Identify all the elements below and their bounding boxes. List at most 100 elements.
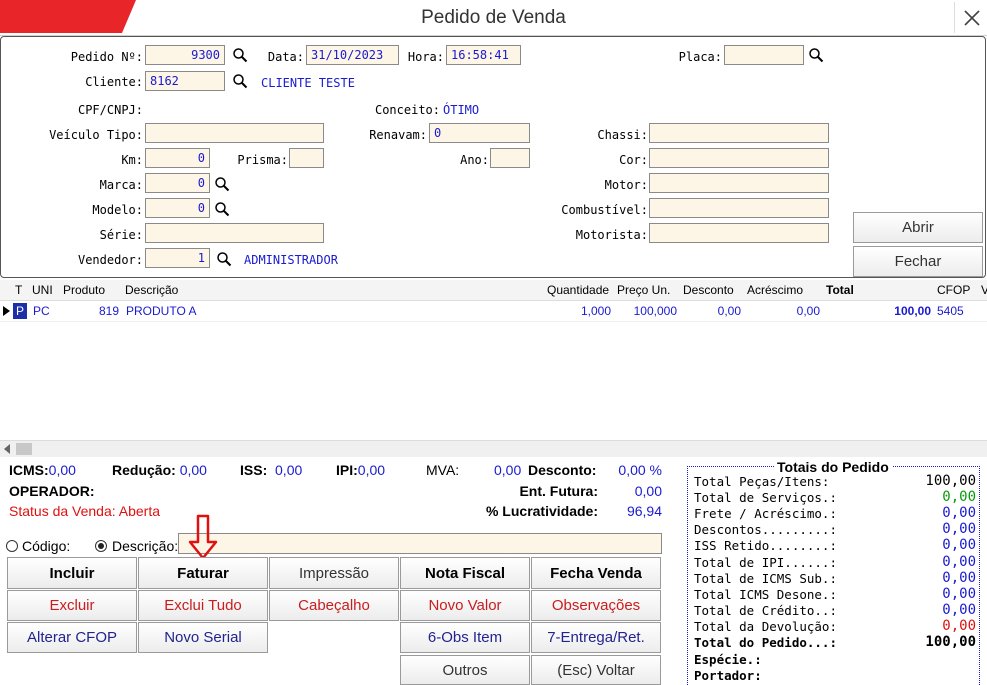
data-label: Data:	[267, 50, 304, 64]
codigo-radio-label[interactable]: Código:	[22, 538, 70, 554]
outros-button[interactable]: Outros	[400, 655, 530, 685]
excluir-button[interactable]: Excluir	[7, 590, 137, 621]
col-acrescimo[interactable]: Acréscimo	[747, 280, 803, 300]
totais-row-value: 0,00	[942, 489, 976, 505]
serie-field[interactable]	[145, 223, 324, 243]
reducao-value: 0,00	[179, 462, 207, 478]
km-field[interactable]: 0	[145, 148, 210, 168]
obs-item-button[interactable]: 6-Obs Item	[400, 622, 530, 653]
marca-field[interactable]: 0	[145, 173, 210, 193]
renavam-field[interactable]: 0	[429, 123, 530, 143]
fecha-venda-button[interactable]: Fecha Venda	[531, 557, 661, 589]
entrega-ret-button[interactable]: 7-Entrega/Ret.	[531, 622, 661, 653]
hora-label: Hora:	[407, 50, 444, 64]
descricao-radio[interactable]	[95, 540, 107, 552]
marca-search-icon[interactable]	[214, 176, 230, 192]
totais-row: Total Peças/Itens: 100,00	[694, 473, 976, 489]
vendedor-field[interactable]: 1	[145, 248, 210, 268]
col-quantidade[interactable]: Quantidade	[547, 280, 609, 300]
alterar-cfop-button[interactable]: Alterar CFOP	[7, 622, 137, 653]
modelo-field[interactable]: 0	[145, 198, 210, 218]
lucratividade-value: 96,94	[626, 503, 662, 519]
iss-group: ISS: 0,00	[240, 462, 302, 478]
totais-row: Total da Devolução: 0,00	[694, 618, 976, 634]
totais-row: Total de IPI......: 0,00	[694, 554, 976, 570]
col-t[interactable]: T	[15, 280, 22, 300]
totais-row-label: Total Peças/Itens:	[694, 474, 830, 489]
motor-field[interactable]	[649, 173, 829, 193]
col-cfop[interactable]: CFOP	[937, 280, 970, 300]
cabecalho-button[interactable]: Cabeçalho	[269, 590, 399, 621]
cliente-search-icon[interactable]	[232, 73, 248, 89]
scroll-left-icon[interactable]	[3, 444, 11, 454]
combustivel-label: Combustível:	[561, 203, 648, 217]
abrir-button[interactable]: Abrir	[853, 212, 983, 243]
col-total[interactable]: Total	[826, 280, 854, 300]
conceito-value: ÓTIMO	[443, 103, 480, 117]
totais-row-label: Total de Serviços.:	[694, 490, 837, 505]
col-v[interactable]: V	[981, 280, 987, 300]
vendedor-search-icon[interactable]	[216, 251, 232, 267]
modelo-search-icon[interactable]	[214, 201, 230, 217]
col-preco[interactable]: Preço Un.	[617, 280, 670, 300]
totais-row: Total de ICMS Sub.: 0,00	[694, 570, 976, 586]
status-text: Status da Venda: Aberta	[9, 503, 161, 519]
observacoes-button[interactable]: Observações	[531, 590, 661, 621]
placa-field[interactable]	[724, 45, 804, 65]
pedido-search-icon[interactable]	[232, 47, 248, 63]
motorista-field[interactable]	[649, 223, 829, 243]
incluir-button[interactable]: Incluir	[7, 557, 137, 589]
pedido-field[interactable]: 9300	[145, 45, 225, 65]
desconto-label: Desconto:	[528, 462, 597, 478]
row-desconto: 0,00	[717, 304, 741, 318]
impressao-button[interactable]: Impressão	[269, 557, 399, 589]
chassi-field[interactable]	[649, 123, 829, 143]
col-produto[interactable]: Produto	[63, 280, 105, 300]
iss-value: 0,00	[275, 462, 303, 478]
nota-fiscal-button[interactable]: Nota Fiscal	[400, 557, 530, 589]
prisma-field[interactable]	[289, 148, 324, 168]
col-desconto[interactable]: Desconto	[683, 280, 734, 300]
fechar-button[interactable]: Fechar	[853, 246, 983, 277]
scroll-thumb[interactable]	[16, 443, 32, 455]
totais-row: Descontos.........: 0,00	[694, 521, 976, 537]
ent-futura-value: 0,00	[634, 483, 662, 499]
row-quantidade: 1,000	[580, 304, 611, 318]
close-button[interactable]	[954, 2, 987, 33]
placa-search-icon[interactable]	[808, 47, 824, 63]
voltar-button[interactable]: (Esc) Voltar	[531, 655, 661, 685]
cor-field[interactable]	[649, 148, 829, 168]
totais-row-value: 0,00	[942, 554, 976, 570]
totais-row-value: 0,00	[942, 602, 976, 618]
table-row[interactable]: P PC 819 PRODUTO A 1,000 100,000 0,00 0,…	[0, 301, 987, 322]
grid-scrollbar[interactable]	[0, 440, 987, 457]
totais-row-label: Total do Pedido...:	[694, 635, 837, 650]
serie-label: Série:	[99, 228, 143, 242]
col-descricao[interactable]: Descrição	[125, 280, 178, 300]
totais-row-label: ISS Retido........:	[694, 538, 837, 553]
vendedor-label: Vendedor:	[77, 253, 143, 267]
codigo-radio[interactable]	[6, 540, 18, 552]
exclui-tudo-button[interactable]: Exclui Tudo	[138, 590, 268, 621]
cliente-field[interactable]: 8162	[145, 71, 225, 91]
totais-row-value: 0,00	[942, 537, 976, 553]
portador-label: Portador:	[694, 668, 762, 683]
col-uni[interactable]: UNI	[32, 280, 53, 300]
row-total: 100,00	[894, 304, 931, 318]
icms-group: ICMS:0,00	[9, 462, 76, 478]
descricao-radio-label[interactable]: Descrição:	[112, 538, 178, 554]
novo-valor-button[interactable]: Novo Valor	[400, 590, 530, 621]
hora-field[interactable]: 16:58:41	[446, 45, 521, 65]
pointer-arrow-icon	[188, 514, 218, 560]
data-field[interactable]: 31/10/2023	[306, 45, 399, 65]
vendedor-name: ADMINISTRADOR	[244, 253, 338, 267]
combustivel-field[interactable]	[649, 198, 829, 218]
novo-serial-button[interactable]: Novo Serial	[138, 622, 268, 653]
search-input[interactable]	[178, 533, 662, 554]
veiculo-tipo-field[interactable]	[145, 123, 324, 143]
ano-field[interactable]	[490, 148, 530, 168]
faturar-button[interactable]: Faturar	[138, 557, 268, 589]
totais-row-label: Frete / Acréscimo.:	[694, 506, 837, 521]
ipi-group: IPI:0,00	[336, 462, 385, 478]
ipi-label: IPI:	[336, 462, 358, 478]
